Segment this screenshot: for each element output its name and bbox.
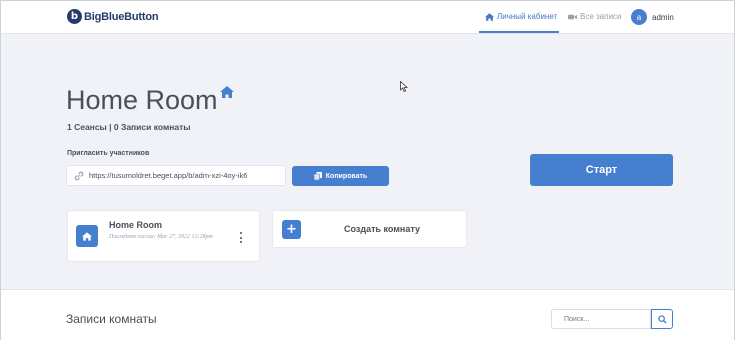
active-tab-indicator xyxy=(479,31,559,33)
room-card-home[interactable]: Home Room Последняя сессия: Mar 27, 2022… xyxy=(67,210,260,262)
invite-label: Пригласить участников xyxy=(67,150,150,157)
nav-recordings-link[interactable]: Все записи xyxy=(568,12,621,21)
start-button[interactable]: Старт xyxy=(530,154,673,186)
link-icon xyxy=(74,171,84,181)
invite-link-input[interactable] xyxy=(89,166,279,185)
search-button[interactable] xyxy=(651,309,673,329)
room-card-home-icon xyxy=(76,225,98,247)
copy-button-label: Копировать xyxy=(325,172,368,180)
create-room-card[interactable]: + Создать комнату xyxy=(272,210,467,248)
recordings-section: Записи комнаты xyxy=(1,289,734,340)
user-avatar[interactable]: a xyxy=(631,9,647,25)
room-stats: 1 Сеансы | 0 Записи комнаты xyxy=(67,122,191,132)
username[interactable]: admin xyxy=(652,13,674,22)
logo[interactable]: b BigBlueButton xyxy=(67,9,159,24)
page-title: Home Room xyxy=(66,85,218,115)
search-icon xyxy=(657,314,667,324)
recordings-title: Записи комнаты xyxy=(66,312,157,326)
home-room-icon xyxy=(220,86,234,98)
home-icon xyxy=(485,12,494,21)
room-card-title: Home Room xyxy=(109,220,163,230)
home-icon xyxy=(82,231,92,241)
nav-recordings-label: Все записи xyxy=(580,12,622,21)
room-card-last-session: Последняя сессия: Mar 27, 2022 12:28pm xyxy=(109,234,213,240)
top-navbar: b BigBlueButton Личный кабинет Все запис… xyxy=(1,1,734,34)
copy-button[interactable]: Копировать xyxy=(292,166,389,186)
mouse-cursor-icon xyxy=(400,81,408,92)
bigbluebutton-logo-icon: b xyxy=(67,9,82,24)
room-options-menu-icon[interactable] xyxy=(240,232,243,243)
invite-link-field[interactable] xyxy=(66,165,286,186)
video-icon xyxy=(568,14,577,19)
copy-icon xyxy=(313,172,322,180)
nav-home-label: Личный кабинет xyxy=(497,12,558,21)
logo-text: BigBlueButton xyxy=(84,10,159,23)
plus-icon: + xyxy=(282,220,301,239)
create-room-label: Создать комнату xyxy=(344,224,421,234)
search-input[interactable] xyxy=(551,309,651,329)
nav-home-link[interactable]: Личный кабинет xyxy=(485,12,557,21)
